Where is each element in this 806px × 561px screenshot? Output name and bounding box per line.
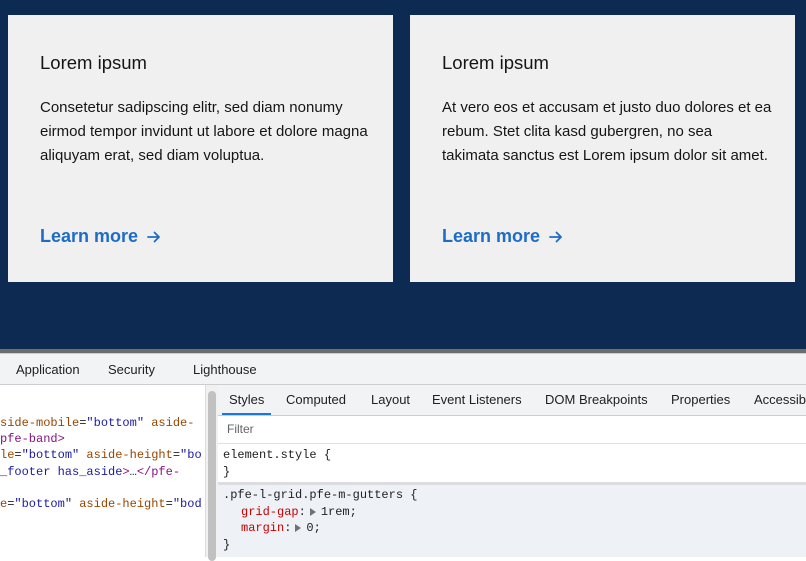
card: Lorem ipsum At vero eos et accusam et ju… [410, 15, 795, 282]
tab-event-listeners[interactable]: Event Listeners [432, 392, 522, 407]
dom-node-line[interactable]: side-mobile="bottom" aside- [0, 415, 194, 432]
sidebar-tabs: Styles Computed Layout Event Listeners D… [218, 385, 806, 416]
property-value[interactable]: 1rem; [321, 504, 357, 521]
tab-lighthouse[interactable]: Lighthouse [193, 362, 257, 377]
styles-filter-input[interactable] [221, 419, 527, 439]
dom-token: = [14, 448, 22, 462]
dom-token: … [129, 465, 137, 479]
dom-token: pfe-band> [0, 432, 65, 446]
dom-node-line[interactable]: _footer has_aside>…</pfe- [0, 464, 180, 481]
css-property-margin[interactable]: margin:0; [223, 520, 806, 537]
tab-layout[interactable]: Layout [371, 392, 410, 407]
dom-token: = [172, 448, 181, 462]
expand-triangle-icon[interactable] [295, 524, 302, 533]
card-title: Lorem ipsum [442, 52, 549, 73]
dom-token: aside-height [86, 448, 173, 462]
dom-token: "bo [180, 448, 202, 462]
card-body: Consetetur sadipscing elitr, sed diam no… [40, 99, 368, 164]
styles-pane: Styles Computed Layout Event Listeners D… [218, 385, 806, 557]
learn-more-link[interactable]: Learn more [40, 226, 161, 247]
tab-application[interactable]: Application [16, 362, 80, 377]
learn-more-link[interactable]: Learn more [442, 226, 563, 247]
expand-triangle-icon[interactable] [309, 507, 316, 516]
dom-token: </pfe- [136, 465, 181, 479]
property-value[interactable]: 0; [306, 520, 320, 537]
tab-dom-breakpoints[interactable]: DOM Breakpoints [545, 392, 648, 407]
dom-token: "bod [172, 497, 202, 511]
dom-token: "bottom" [86, 416, 145, 430]
property-name: grid-gap [241, 504, 299, 519]
rule-close: } [223, 537, 231, 552]
dom-node-line[interactable]: pfe-band> [0, 431, 65, 448]
filter-bar [218, 416, 806, 444]
devtools-panel: Application Security Lighthouse side-mob… [0, 353, 806, 561]
rule-close: } [223, 464, 231, 479]
elements-tree[interactable]: side-mobile="bottom" aside-pfe-band> le="… [0, 385, 205, 557]
dom-node-line[interactable]: le="bottom" aside-height="bo [0, 447, 202, 464]
elements-scrollbar[interactable] [205, 385, 218, 561]
card-title: Lorem ipsum [40, 52, 147, 73]
dom-token: le [0, 448, 15, 462]
dom-token: side-mobile [0, 416, 80, 430]
arrow-right-icon [147, 231, 160, 242]
learn-more-label: Learn more [40, 226, 139, 246]
scrollbar-thumb[interactable] [208, 391, 216, 561]
devtools-main-tabs: Application Security Lighthouse [0, 354, 806, 385]
dom-token: "bottom" [14, 497, 73, 511]
dom-token: = [165, 497, 173, 511]
learn-more-label: Learn more [442, 226, 541, 246]
tab-accessibility[interactable]: Accessibility [754, 392, 806, 407]
dom-token: aside- [151, 416, 195, 430]
card: Lorem ipsum Consetetur sadipscing elitr,… [8, 15, 393, 282]
css-property-grid-gap[interactable]: grid-gap:1rem; [223, 504, 806, 521]
tab-properties[interactable]: Properties [671, 392, 730, 407]
dom-token: "bottom" [21, 448, 80, 462]
tab-computed[interactable]: Computed [286, 392, 346, 407]
rule-selector: element.style { [223, 448, 332, 462]
grid-gutters-rule[interactable]: .pfe-l-grid.pfe-m-gutters { grid-gap:1re… [218, 485, 806, 557]
arrow-right-icon [549, 231, 562, 242]
card-body: At vero eos et accusam et justo duo dolo… [442, 99, 772, 164]
property-name: margin [241, 521, 285, 535]
tab-styles[interactable]: Styles [221, 392, 272, 415]
dom-node-line[interactable]: e="bottom" aside-height="bod [0, 496, 202, 513]
rule-selector: .pfe-l-grid.pfe-m-gutters { [223, 488, 418, 502]
tab-security[interactable]: Security [108, 362, 155, 377]
dom-token: _footer has_aside [0, 465, 123, 479]
dom-token: aside-height [79, 497, 166, 511]
dom-token: > [122, 465, 130, 479]
element-style-rule[interactable]: element.style { } [218, 447, 806, 482]
